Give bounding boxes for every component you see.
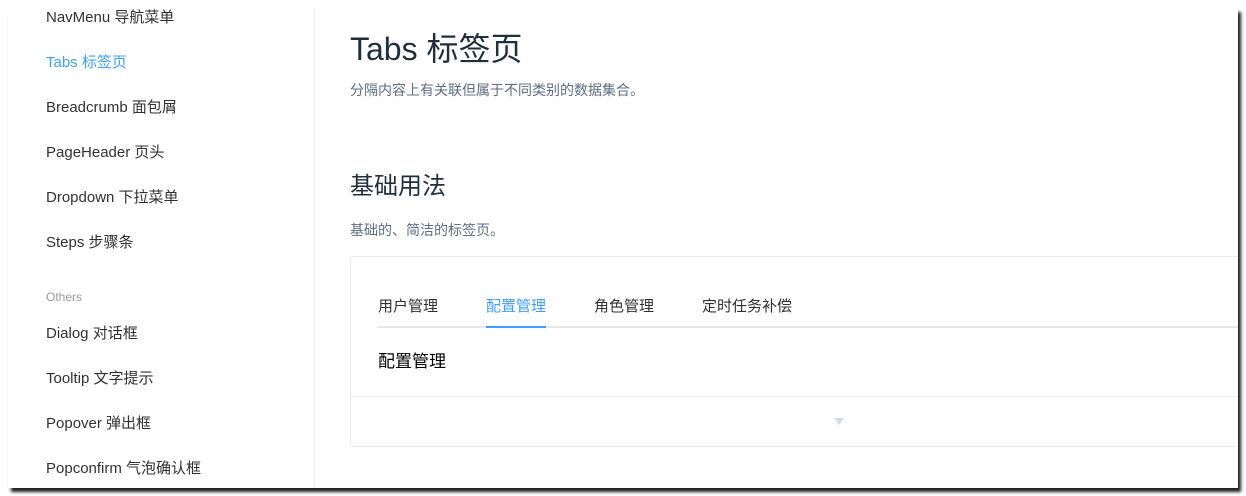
page-title: Tabs 标签页 bbox=[350, 31, 523, 67]
browser-viewport: NavMenu 导航菜单 Tabs 标签页 Breadcrumb 面包屑 Pag… bbox=[8, 8, 1238, 488]
caret-down-icon bbox=[834, 418, 844, 425]
section-description: 基础的、简洁的标签页。 bbox=[350, 222, 504, 238]
demo-expand-control[interactable] bbox=[351, 396, 1238, 447]
section-title: 基础用法 bbox=[350, 173, 446, 200]
main-content: Tabs 标签页 分隔内容上有关联但属于不同类别的数据集合。 基础用法 基础的、… bbox=[350, 8, 1238, 488]
page-subtitle: 分隔内容上有关联但属于不同类别的数据集合。 bbox=[350, 82, 644, 98]
sidebar-item-steps[interactable]: Steps 步骤条 bbox=[46, 233, 134, 253]
tabs-header: 用户管理 配置管理 角色管理 定时任务补偿 bbox=[378, 295, 1238, 328]
sidebar-item-popconfirm[interactable]: Popconfirm 气泡确认框 bbox=[46, 459, 201, 479]
sidebar: NavMenu 导航菜单 Tabs 标签页 Breadcrumb 面包屑 Pag… bbox=[8, 8, 315, 488]
tab-pane-content: 配置管理 bbox=[378, 352, 446, 371]
demo-block: 用户管理 配置管理 角色管理 定时任务补偿 配置管理 bbox=[350, 256, 1238, 447]
sidebar-item-pageheader[interactable]: PageHeader 页头 bbox=[46, 143, 164, 163]
sidebar-item-dropdown[interactable]: Dropdown 下拉菜单 bbox=[46, 188, 179, 208]
sidebar-item-tooltip[interactable]: Tooltip 文字提示 bbox=[46, 369, 154, 389]
tab-user-management[interactable]: 用户管理 bbox=[378, 295, 438, 319]
sidebar-item-navmenu[interactable]: NavMenu 导航菜单 bbox=[46, 8, 174, 28]
sidebar-item-popover[interactable]: Popover 弹出框 bbox=[46, 414, 151, 434]
sidebar-item-breadcrumb[interactable]: Breadcrumb 面包屑 bbox=[46, 98, 177, 118]
tab-scheduled-task[interactable]: 定时任务补偿 bbox=[702, 295, 792, 319]
sidebar-group-title: Others bbox=[46, 290, 83, 304]
sidebar-item-tabs[interactable]: Tabs 标签页 bbox=[46, 53, 127, 73]
sidebar-item-dialog[interactable]: Dialog 对话框 bbox=[46, 324, 138, 344]
tab-config-management[interactable]: 配置管理 bbox=[486, 295, 547, 328]
tab-role-management[interactable]: 角色管理 bbox=[594, 295, 654, 319]
